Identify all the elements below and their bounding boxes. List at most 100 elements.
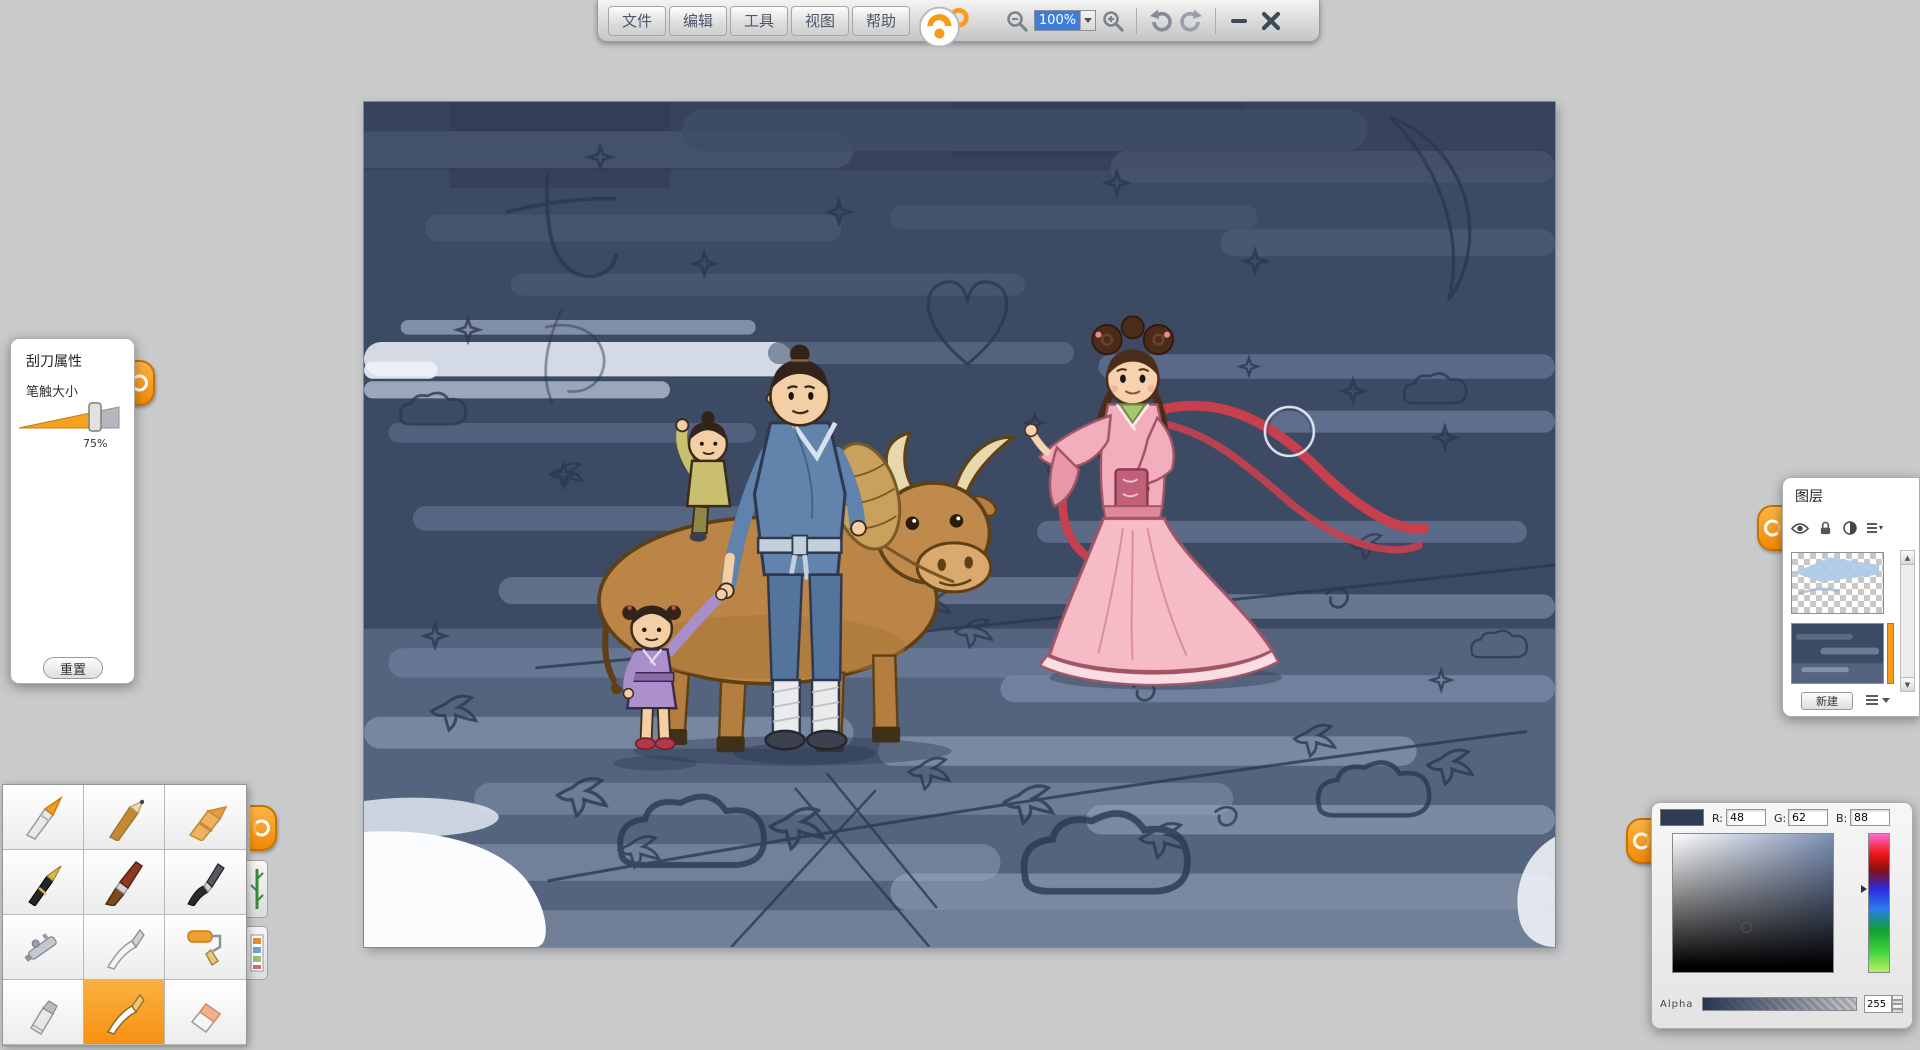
eye-icon — [1791, 522, 1809, 535]
close-button[interactable] — [1257, 7, 1285, 35]
menu-tools[interactable]: 工具 — [730, 6, 788, 36]
alpha-spinner[interactable] — [1892, 995, 1903, 1013]
triangle-up-icon — [1893, 999, 1902, 1001]
zoom-out-button[interactable] — [1003, 7, 1031, 35]
blue-input[interactable] — [1850, 809, 1890, 826]
green-label: G: — [1774, 812, 1786, 825]
swatch-sheet-icon — [250, 933, 264, 973]
layer-item-sketch[interactable] — [1791, 552, 1884, 614]
undo-icon — [1147, 8, 1173, 34]
menu-file[interactable]: 文件 — [608, 6, 666, 36]
layers-panel-title: 图层 — [1795, 486, 1823, 506]
tool-crayon[interactable] — [165, 785, 246, 850]
color-panel-handle[interactable] — [1626, 818, 1653, 864]
hue-marker — [1861, 885, 1867, 893]
scroll-down-button[interactable]: ▼ — [1901, 677, 1914, 691]
oil-brush-icon — [17, 793, 69, 841]
presets-button[interactable] — [247, 926, 268, 980]
brush-size-label: 笔触大小 — [26, 381, 78, 400]
slider-handle[interactable] — [89, 403, 101, 431]
artrage-logo-icon[interactable] — [919, 2, 971, 54]
triangle-down-icon — [1893, 1008, 1902, 1010]
layer-item-background[interactable] — [1791, 623, 1884, 684]
tool-watercolor-brush[interactable] — [165, 850, 246, 915]
alpha-input[interactable] — [1864, 995, 1892, 1013]
painting-canvas[interactable] — [364, 102, 1555, 947]
airbrush-icon — [17, 923, 69, 971]
zoom-level-value[interactable]: 100% — [1035, 11, 1080, 30]
zoom-dropdown-button[interactable] — [1080, 11, 1095, 30]
close-icon — [1261, 11, 1281, 31]
chevron-down-icon — [1882, 698, 1890, 703]
scroll-up-button[interactable]: ▲ — [1901, 551, 1914, 565]
layer-thumbnail-sketch — [1792, 553, 1883, 613]
tool-airbrush[interactable] — [3, 915, 84, 980]
layers-panel-handle[interactable] — [1757, 505, 1784, 551]
menu-view[interactable]: 视图 — [791, 6, 849, 36]
layer-visibility-button[interactable] — [1791, 520, 1809, 536]
toolbar-separator — [1215, 8, 1216, 34]
stencil-button[interactable] — [247, 860, 268, 918]
minimize-button[interactable] — [1225, 7, 1253, 35]
alpha-slider[interactable] — [1702, 997, 1857, 1011]
eraser-icon — [180, 988, 232, 1036]
lock-icon — [1819, 521, 1832, 536]
tool-paint-roller[interactable] — [165, 915, 246, 980]
tool-eraser[interactable] — [165, 980, 246, 1045]
menu-list-icon — [1865, 694, 1879, 706]
crayon-icon — [180, 793, 232, 841]
paint-roller-icon — [180, 923, 232, 971]
zoom-in-button[interactable] — [1099, 7, 1127, 35]
scraper-icon — [98, 988, 150, 1036]
bamboo-icon — [250, 867, 264, 911]
zoom-out-icon — [1005, 9, 1029, 33]
alpha-label: Alpha — [1660, 999, 1693, 1010]
zoom-level-field[interactable]: 100% — [1034, 10, 1096, 31]
layers-panel: 图层 — [1782, 477, 1920, 717]
tools-panel-handle[interactable] — [250, 805, 277, 851]
tool-pencil[interactable] — [84, 785, 165, 850]
color-picker-panel: R: G: B: Alpha — [1651, 802, 1913, 1029]
hue-slider[interactable] — [1868, 833, 1890, 973]
current-color-swatch — [1660, 809, 1704, 826]
reset-button[interactable]: 重置 — [43, 657, 103, 679]
tool-scraper[interactable] — [84, 980, 165, 1045]
layer-blend-button[interactable] — [1841, 520, 1859, 536]
redo-button[interactable] — [1178, 7, 1206, 35]
saturation-lightness-picker[interactable] — [1672, 833, 1834, 973]
tool-paint-tube[interactable] — [3, 980, 84, 1045]
brush-size-slider[interactable] — [19, 401, 127, 433]
paint-brush-icon — [98, 858, 150, 906]
color-picker-marker[interactable] — [1741, 922, 1752, 933]
red-label: R: — [1712, 812, 1723, 825]
tool-paint-brush[interactable] — [84, 850, 165, 915]
blue-label: B: — [1836, 812, 1847, 825]
paint-tube-icon — [17, 988, 69, 1036]
new-layer-button[interactable]: 新建 — [1801, 692, 1853, 710]
layer-lock-button[interactable] — [1816, 520, 1834, 536]
minimize-icon — [1231, 19, 1247, 23]
watercolor-brush-icon — [180, 858, 232, 906]
green-input[interactable] — [1788, 809, 1828, 826]
zoom-in-icon — [1101, 9, 1125, 33]
tool-palette-knife[interactable] — [84, 915, 165, 980]
chevron-down-icon — [1084, 18, 1092, 23]
red-input[interactable] — [1726, 809, 1766, 826]
scraper-properties-panel: 刮刀属性 笔触大小 75% 重置 — [10, 338, 135, 684]
palette-knife-icon — [98, 923, 150, 971]
selected-layer-indicator — [1887, 623, 1894, 684]
layers-scrollbar[interactable]: ▲ ▼ — [1900, 550, 1915, 692]
spinner-down-button[interactable] — [1892, 1004, 1903, 1013]
undo-button[interactable] — [1146, 7, 1174, 35]
scraper-panel-title: 刮刀属性 — [26, 351, 82, 371]
tool-oil-brush[interactable] — [3, 785, 84, 850]
layers-menu-button[interactable] — [1865, 694, 1890, 706]
menu-list-icon — [1866, 522, 1884, 534]
redo-icon — [1179, 8, 1205, 34]
tool-ink-pen[interactable] — [3, 850, 84, 915]
menu-edit[interactable]: 编辑 — [669, 6, 727, 36]
spinner-up-button[interactable] — [1892, 995, 1903, 1004]
blend-mode-icon — [1843, 521, 1857, 535]
menu-help[interactable]: 帮助 — [852, 6, 910, 36]
layer-options-button[interactable] — [1866, 520, 1884, 536]
